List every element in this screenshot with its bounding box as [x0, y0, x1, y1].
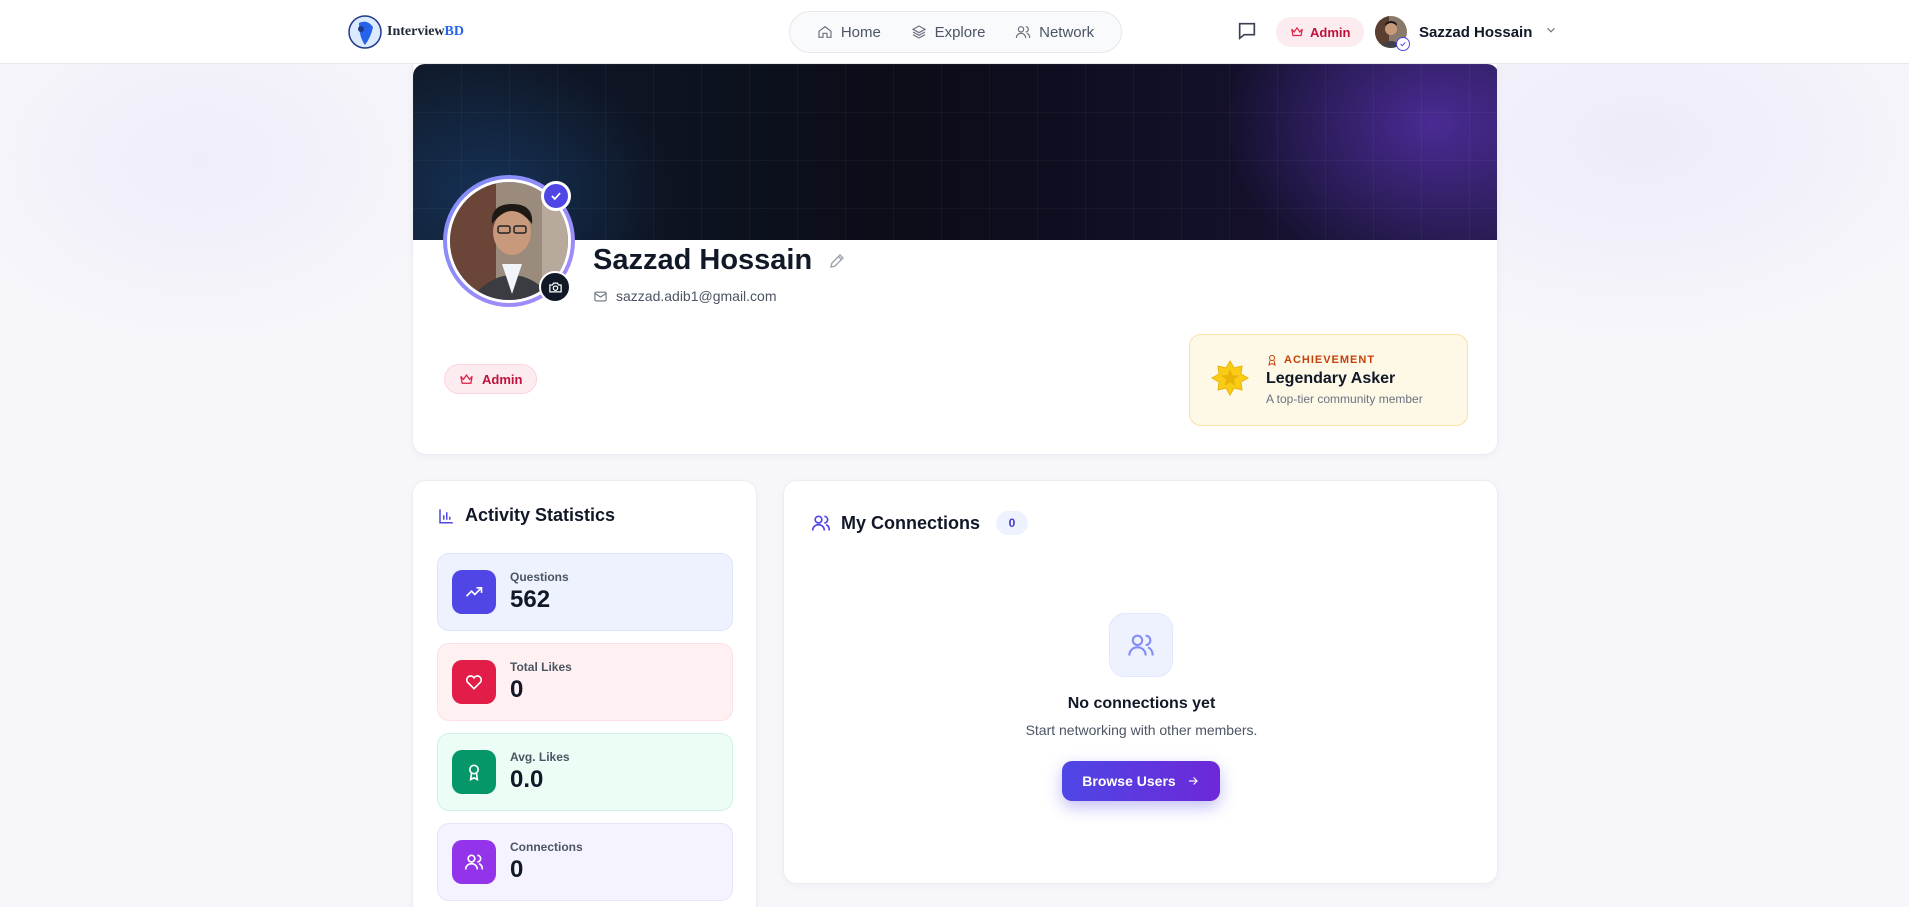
achievement-subtitle: A top-tier community member: [1266, 392, 1423, 406]
profile-name-row: Sazzad Hossain: [593, 244, 846, 277]
message-square-icon: [1238, 22, 1256, 41]
role-badge: Admin: [444, 364, 538, 394]
messages-button[interactable]: [1236, 20, 1260, 44]
stat-value: 562: [510, 586, 551, 613]
camera-icon: [548, 282, 562, 292]
admin-badge-label: Admin: [1310, 24, 1351, 40]
brand-name: InterviewBD: [387, 24, 464, 39]
activity-statistics-card: Activity Statistics Questions 562 Total L…: [412, 480, 757, 907]
header-user-name: Sazzad Hossain: [1419, 23, 1533, 41]
user-menu[interactable]: Sazzad Hossain: [1375, 16, 1558, 51]
nav-home[interactable]: Home: [817, 24, 881, 41]
trending-up-icon: [465, 587, 483, 597]
crown-icon: [1291, 26, 1303, 37]
nav-explore[interactable]: Explore: [911, 23, 986, 41]
stat-label: Connections: [510, 840, 583, 854]
users-icon: [811, 515, 831, 531]
change-photo-button[interactable]: [539, 271, 571, 303]
nav-network-label: Network: [1039, 23, 1095, 41]
home-icon: [818, 25, 832, 38]
verified-mini-badge: [1396, 37, 1410, 51]
stat-value: 0: [510, 676, 524, 703]
connections-count-badge: 0: [996, 511, 1029, 535]
nav-home-label: Home: [840, 23, 881, 41]
users-icon: [1015, 26, 1031, 39]
users-icon: [464, 854, 484, 870]
avatar: [1375, 16, 1410, 51]
stats-title: Activity Statistics: [465, 505, 616, 525]
stat-value: 0.0: [510, 766, 544, 793]
stat-value: 0: [510, 856, 524, 883]
profile-name: Sazzad Hossain: [593, 244, 813, 276]
award-icon: [1268, 355, 1276, 366]
check-icon: [551, 192, 561, 201]
profile-card: Sazzad Hossain sazzad.adib1@gmail.com Ad…: [412, 64, 1498, 455]
stats-title-row: Activity Statistics: [437, 505, 732, 526]
browse-users-button[interactable]: Browse Users: [1062, 761, 1220, 801]
crown-icon: [460, 373, 473, 384]
my-connections-card: My Connections 0 No connections yet Star…: [783, 480, 1498, 884]
arrow-right-icon: [1188, 777, 1198, 785]
achievement-label: ACHIEVEMENT: [1266, 354, 1423, 366]
stat-avg-likes: Avg. Likes 0.0: [437, 733, 733, 811]
stat-connections: Connections 0: [437, 823, 733, 901]
empty-state-icon: [1109, 613, 1173, 677]
main-nav: Home Explore Network: [789, 11, 1122, 53]
nav-explore-label: Explore: [934, 23, 986, 41]
achievement-card: ACHIEVEMENT Legendary Asker A top-tier c…: [1189, 334, 1468, 426]
stat-label: Questions: [510, 570, 569, 584]
stat-label: Total Likes: [510, 660, 572, 674]
profile-avatar: [443, 175, 575, 307]
layers-icon: [911, 25, 926, 39]
users-icon: [1128, 634, 1154, 656]
check-icon: [1400, 41, 1406, 47]
mail-icon: [594, 291, 607, 301]
top-navbar: InterviewBD Home Explore Network Admin S…: [0, 0, 1909, 64]
empty-state-title: No connections yet: [1067, 695, 1216, 712]
stat-questions: Questions 562: [437, 553, 733, 631]
chevron-down-icon: [1544, 23, 1558, 42]
stat-total-likes: Total Likes 0: [437, 643, 733, 721]
bar-chart-icon: [439, 508, 453, 523]
verified-badge: [541, 181, 571, 211]
profile-email: sazzad.adib1@gmail.com: [616, 288, 777, 304]
connections-header: My Connections 0: [811, 511, 1029, 535]
logo-icon: [348, 15, 382, 49]
nav-network[interactable]: Network: [1015, 24, 1094, 41]
profile-email-row: sazzad.adib1@gmail.com: [593, 288, 777, 304]
empty-state-subtitle: Start networking with other members.: [1025, 722, 1258, 738]
star-badge-icon: [1210, 358, 1250, 403]
admin-badge[interactable]: Admin: [1276, 17, 1365, 47]
profile-banner: [413, 64, 1497, 240]
role-badge-label: Admin: [482, 371, 523, 387]
heart-icon: [465, 675, 483, 690]
award-icon: [469, 764, 479, 781]
achievement-title: Legendary Asker: [1266, 370, 1396, 387]
brand-logo[interactable]: InterviewBD: [347, 14, 464, 50]
connections-title: My Connections: [841, 512, 981, 533]
edit-pencil-icon[interactable]: [828, 252, 846, 270]
browse-users-label: Browse Users: [1082, 773, 1176, 789]
stat-label: Avg. Likes: [510, 750, 570, 764]
